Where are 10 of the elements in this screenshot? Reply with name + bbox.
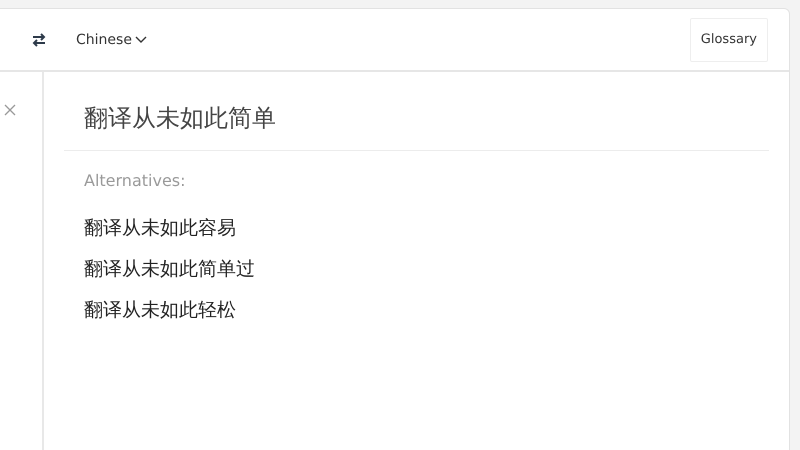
glossary-button[interactable]: Glossary (690, 18, 768, 62)
alternative-translation[interactable]: 翻译从未如此轻松 (84, 290, 236, 331)
language-dropdown[interactable]: Chinese (76, 32, 147, 48)
swap-icon[interactable] (31, 32, 47, 48)
close-icon[interactable] (4, 104, 16, 116)
chevron-down-icon (134, 36, 147, 44)
alternative-translation[interactable]: 翻译从未如此容易 (84, 208, 236, 249)
translation-text: 翻译从未如此简单 (64, 72, 769, 151)
alternatives-label: Alternatives: (84, 171, 187, 190)
alternative-translation[interactable]: 翻译从未如此简单过 (84, 249, 255, 290)
